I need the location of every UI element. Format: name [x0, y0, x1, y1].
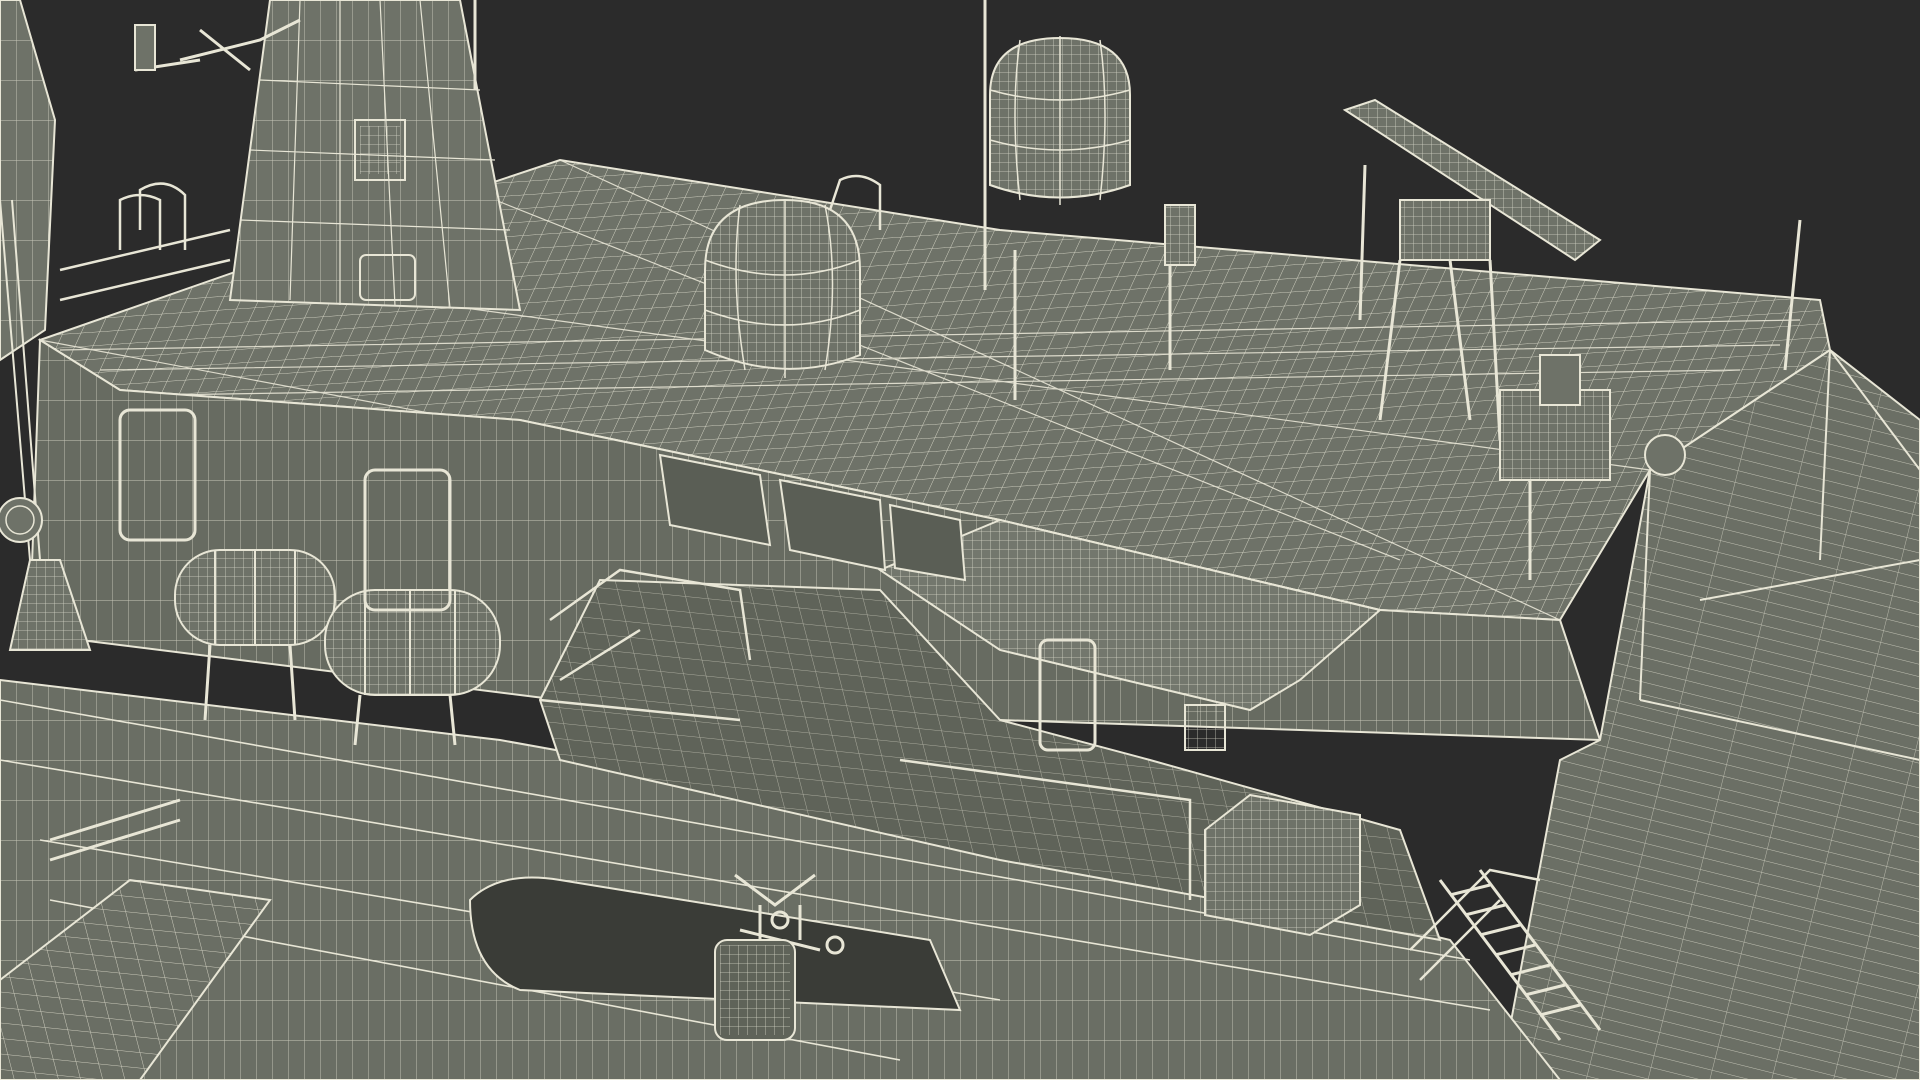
ship-wireframe-svg [0, 0, 1920, 1080]
radome-large [989, 36, 1131, 205]
ship-wireframe-render [0, 0, 1920, 1080]
sensor-post [1164, 204, 1196, 266]
lower-grille [714, 939, 796, 1041]
radome-small [704, 198, 861, 378]
